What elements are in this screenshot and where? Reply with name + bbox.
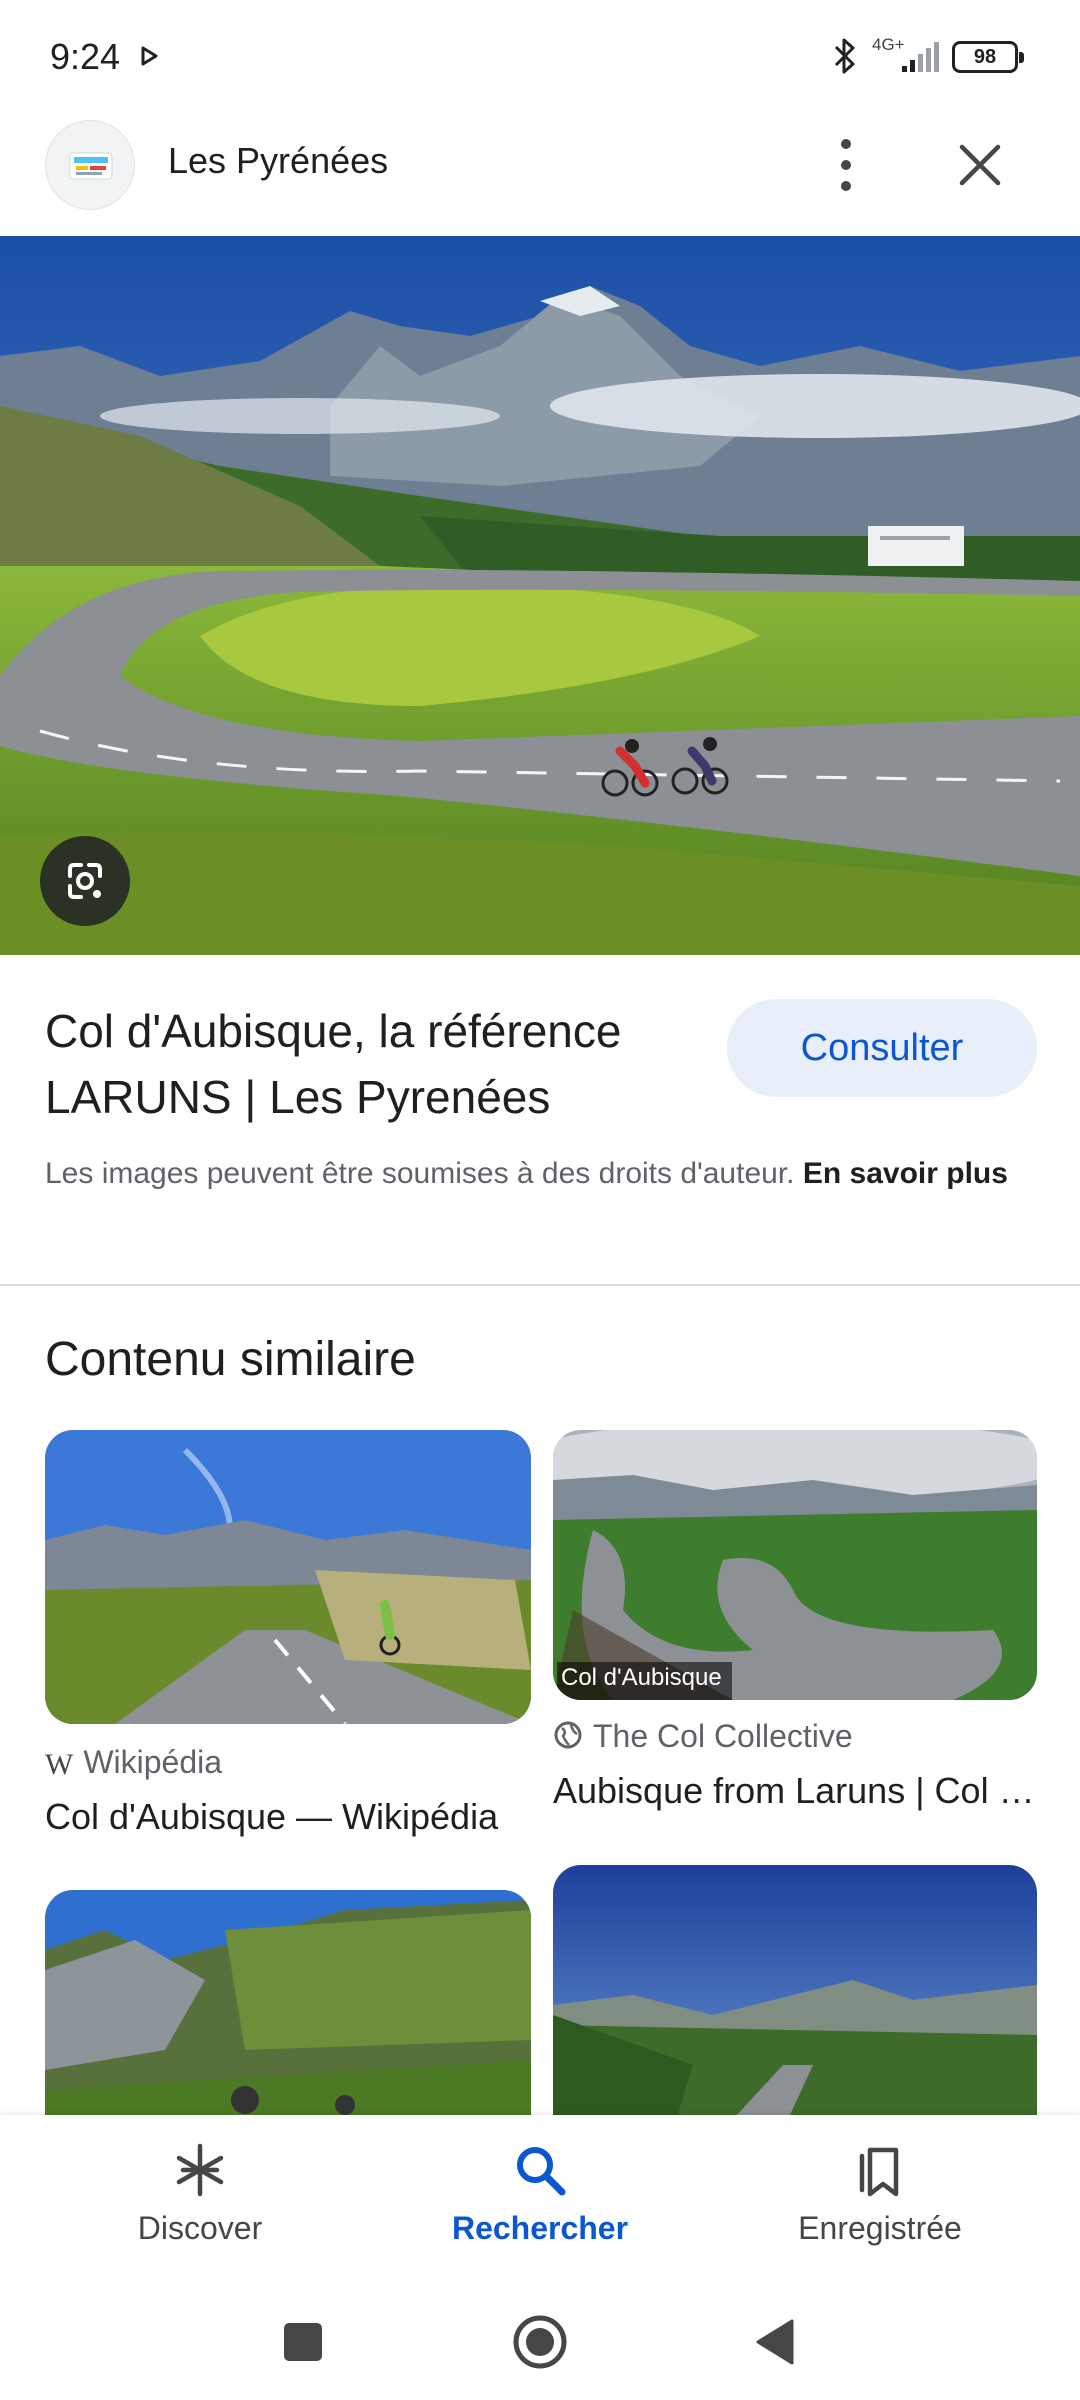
signal-icon	[902, 42, 939, 72]
similar-card-image[interactable]: Col d'Aubisque	[553, 1430, 1037, 1700]
bottom-nav: Discover Rechercher Enregistrée	[0, 2115, 1080, 2285]
copyright-notice: Les images peuvent être soumises à des d…	[45, 1152, 1035, 1196]
mountain-road-photo	[0, 236, 1080, 955]
nav-search-label: Rechercher	[451, 2210, 629, 2246]
back-triangle-icon	[756, 2319, 794, 2365]
site-favicon	[45, 120, 135, 210]
copyright-text: Les images peuvent être soumises à des d…	[45, 1157, 795, 1190]
status-bar: 9:24 4G+ 98	[0, 0, 1080, 110]
more-options-button[interactable]	[820, 130, 872, 200]
learn-more-link[interactable]: En savoir plus	[803, 1157, 1008, 1190]
play-icon	[141, 46, 158, 66]
nav-search[interactable]: Rechercher	[360, 2115, 720, 2285]
recents-button[interactable]	[268, 2307, 338, 2377]
image-caption: Col d'Aubisque	[557, 1662, 732, 1700]
hero-image[interactable]	[0, 236, 1080, 955]
google-lens-result-page: 9:24 4G+ 98 Les Pyrénées Col d'Aubisque,…	[0, 0, 1080, 2400]
back-button[interactable]	[740, 2307, 810, 2377]
card-source: The Col Collective	[553, 1718, 853, 1758]
bookmarks-icon	[859, 2147, 899, 2197]
lens-search-button[interactable]	[40, 836, 130, 926]
result-title[interactable]: Col d'Aubisque, la référence LARUNS | Le…	[45, 998, 685, 1130]
wikipedia-icon: W	[45, 1747, 74, 1781]
nav-saved[interactable]: Enregistrée	[700, 2115, 1060, 2285]
divider	[0, 1284, 1080, 1286]
battery-indicator: 98	[952, 41, 1024, 73]
globe-icon	[553, 1720, 583, 1758]
home-circle-icon	[513, 2315, 567, 2369]
square-icon	[284, 2323, 322, 2361]
home-button[interactable]	[505, 2307, 575, 2377]
nav-discover-label: Discover	[137, 2210, 263, 2246]
consult-button[interactable]: Consulter	[727, 999, 1037, 1097]
status-time: 9:24	[50, 36, 121, 77]
card-title[interactable]: Aubisque from Laruns | Col Collective	[553, 1770, 1037, 1812]
close-button[interactable]	[950, 135, 1010, 195]
bluetooth-icon	[834, 38, 855, 74]
card-title[interactable]: Col d'Aubisque — Wikipédia	[45, 1796, 531, 1838]
lens-icon	[68, 863, 102, 899]
section-title: Contenu similaire	[45, 1333, 416, 1386]
nav-saved-label: Enregistrée	[798, 2210, 962, 2246]
similar-card-image[interactable]	[553, 1865, 1037, 2130]
nav-discover[interactable]: Discover	[20, 2115, 380, 2285]
card-source: W Wikipédia	[45, 1744, 223, 1781]
similar-card-image[interactable]	[45, 1430, 531, 1724]
system-nav-bar	[0, 2285, 1080, 2400]
more-vert-icon	[841, 139, 851, 191]
close-icon	[959, 144, 1001, 186]
similar-card-image[interactable]	[45, 1890, 531, 2130]
page-title: Les Pyrénées	[168, 140, 389, 181]
header: Les Pyrénées	[0, 110, 1080, 235]
asterisk-icon	[176, 2143, 224, 2197]
search-icon	[517, 2147, 566, 2196]
